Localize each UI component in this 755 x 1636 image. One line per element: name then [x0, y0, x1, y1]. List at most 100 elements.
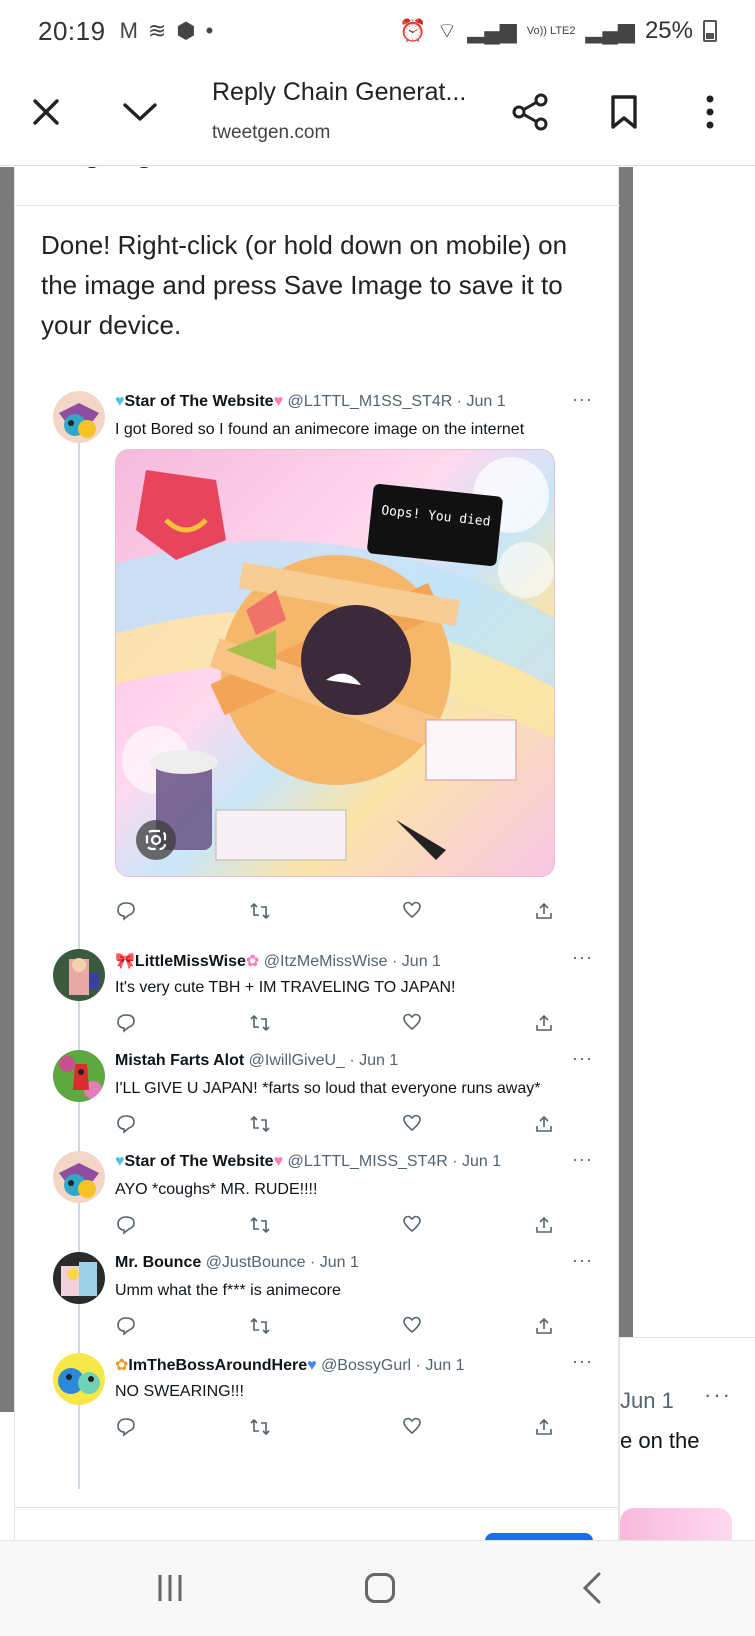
- reply-icon[interactable]: [115, 1114, 137, 1136]
- retweet-icon[interactable]: [249, 1316, 271, 1338]
- tweet: ♥Star of The Website♥ @L1TTL_M1SS_ST4R ·…: [53, 389, 593, 951]
- reply-icon[interactable]: [115, 1417, 137, 1439]
- tweet-author-name[interactable]: Mistah Farts Alot: [115, 1052, 244, 1069]
- status-bar: 20:19 M ≋ ⬢ • ⏰ ⌔ ▂▄▆ Vo)) LTE2 ▂▄▆ 25%: [0, 0, 755, 62]
- like-icon[interactable]: [401, 1114, 423, 1136]
- like-icon[interactable]: [401, 1316, 423, 1338]
- home-button[interactable]: [350, 1563, 410, 1613]
- divider: [15, 205, 620, 206]
- bookmark-button[interactable]: [596, 84, 652, 140]
- tweet-actions: [115, 1316, 565, 1340]
- more-options-button[interactable]: ···: [572, 1048, 593, 1069]
- reply-icon[interactable]: [115, 1215, 137, 1237]
- lens-icon: [145, 829, 167, 851]
- system-nav-bar: [0, 1540, 755, 1636]
- like-icon[interactable]: [401, 901, 423, 923]
- avatar[interactable]: [53, 391, 105, 443]
- share-tweet-icon[interactable]: [533, 1013, 555, 1035]
- share-button[interactable]: [502, 84, 558, 140]
- retweet-icon[interactable]: [249, 1013, 271, 1035]
- like-icon[interactable]: [401, 1215, 423, 1237]
- shield-app-icon: ⬢: [176, 18, 196, 43]
- tweet-date[interactable]: Jun 1: [466, 393, 505, 410]
- tweet-text: AYO *coughs* MR. RUDE!!!!: [115, 1181, 318, 1198]
- tweet-date[interactable]: Jun 1: [402, 953, 441, 970]
- retweet-icon[interactable]: [249, 1114, 271, 1136]
- peek-date: Jun 1: [620, 1388, 674, 1413]
- signal-app-icon: ≋: [147, 18, 167, 43]
- tweet-handle[interactable]: @BossyGurl: [321, 1357, 411, 1374]
- page-title: Reply Chain Generat...: [212, 78, 467, 106]
- tweet-date[interactable]: Jun 1: [425, 1357, 464, 1374]
- tweet-date[interactable]: Jun 1: [462, 1153, 501, 1170]
- tweet-author-name[interactable]: Mr. Bounce: [115, 1254, 201, 1271]
- tweet-text: I'LL GIVE U JAPAN! *farts so loud that e…: [115, 1080, 541, 1097]
- page-url[interactable]: tweetgen.com: [212, 122, 330, 144]
- more-options-button[interactable]: ···: [572, 1351, 593, 1372]
- peek-image: [620, 1508, 732, 1540]
- tweet: ✿ImTheBossAroundHere♥ @BossyGurl · Jun 1…: [53, 1351, 593, 1437]
- tweet: 🎀LittleMissWise✿ @ItzMeMissWise · Jun 1 …: [53, 947, 593, 1033]
- tweet-author-name[interactable]: Star of The Website: [125, 393, 274, 410]
- reply-icon[interactable]: [115, 1316, 137, 1338]
- close-tab-button[interactable]: [18, 84, 74, 140]
- dot-icon: •: [205, 18, 214, 43]
- minimize-button[interactable]: [112, 84, 168, 140]
- tweet-author-name[interactable]: LittleMissWise: [135, 953, 246, 970]
- peek-more-button: ···: [704, 1382, 732, 1407]
- tweet-handle[interactable]: @ItzMeMissWise: [264, 953, 388, 970]
- tweet-image[interactable]: Oops! You died: [115, 449, 555, 877]
- avatar[interactable]: [53, 949, 105, 1001]
- bookmark-icon: [611, 95, 637, 129]
- peek-text: e on the: [620, 1428, 700, 1453]
- more-options-button[interactable]: ···: [572, 389, 593, 410]
- retweet-icon[interactable]: [249, 1215, 271, 1237]
- status-time: 20:19: [38, 15, 106, 46]
- avatar[interactable]: [53, 1151, 105, 1203]
- dim-overlay-left: [0, 167, 14, 1412]
- recents-button[interactable]: [140, 1563, 200, 1613]
- tweet-date[interactable]: Jun 1: [359, 1052, 398, 1069]
- share-tweet-icon[interactable]: [533, 1417, 555, 1439]
- tweet-actions: [115, 901, 565, 925]
- avatar[interactable]: [53, 1353, 105, 1405]
- reply-icon[interactable]: [115, 901, 137, 923]
- like-icon[interactable]: [401, 1013, 423, 1035]
- dim-overlay-right: [619, 167, 633, 1337]
- download-button[interactable]: [485, 1533, 593, 1540]
- heart-emoji: ♥: [115, 393, 125, 410]
- close-icon: [33, 99, 59, 125]
- share-tweet-icon[interactable]: [533, 1114, 555, 1136]
- tweet-handle[interactable]: @JustBounce: [206, 1254, 306, 1271]
- chevron-down-icon: [123, 103, 157, 121]
- web-page: Done! Right-click (or hold down on mobil…: [0, 167, 755, 1540]
- back-button[interactable]: [562, 1563, 622, 1613]
- network-type: Vo)) LTE2: [526, 24, 576, 37]
- more-options-button[interactable]: ···: [572, 1250, 593, 1271]
- share-tweet-icon[interactable]: [533, 901, 555, 923]
- more-vert-icon: [706, 95, 714, 129]
- avatar[interactable]: [53, 1050, 105, 1102]
- google-lens-button[interactable]: [136, 820, 176, 860]
- more-options-button[interactable]: ···: [572, 947, 593, 968]
- reply-icon[interactable]: [115, 1013, 137, 1035]
- share-tweet-icon[interactable]: [533, 1215, 555, 1237]
- heart-emoji: ♥: [307, 1357, 317, 1374]
- heart-emoji: ♥: [273, 1153, 284, 1170]
- tweet-handle[interactable]: @L1TTL_MISS_ST4R: [288, 1153, 448, 1170]
- tweet-handle[interactable]: @IwillGiveU_: [249, 1052, 345, 1069]
- tweet-handle[interactable]: @L1TTL_M1SS_ST4R: [288, 393, 453, 410]
- menu-button[interactable]: [682, 84, 738, 140]
- like-icon[interactable]: [401, 1417, 423, 1439]
- share-tweet-icon[interactable]: [533, 1316, 555, 1338]
- more-options-button[interactable]: ···: [572, 1149, 593, 1170]
- retweet-icon[interactable]: [249, 1417, 271, 1439]
- heart-emoji: ♥: [273, 393, 284, 410]
- tweet-author-name[interactable]: Star of The Website: [125, 1153, 274, 1170]
- oops-you-died-sticker: Oops! You died: [366, 483, 504, 567]
- retweet-icon[interactable]: [249, 901, 271, 923]
- signal-bars-icon-2: ▂▄▆: [585, 18, 635, 43]
- avatar[interactable]: [53, 1252, 105, 1304]
- tweet-author-name[interactable]: ImTheBossAroundHere: [128, 1357, 307, 1374]
- tweet-date[interactable]: Jun 1: [320, 1254, 359, 1271]
